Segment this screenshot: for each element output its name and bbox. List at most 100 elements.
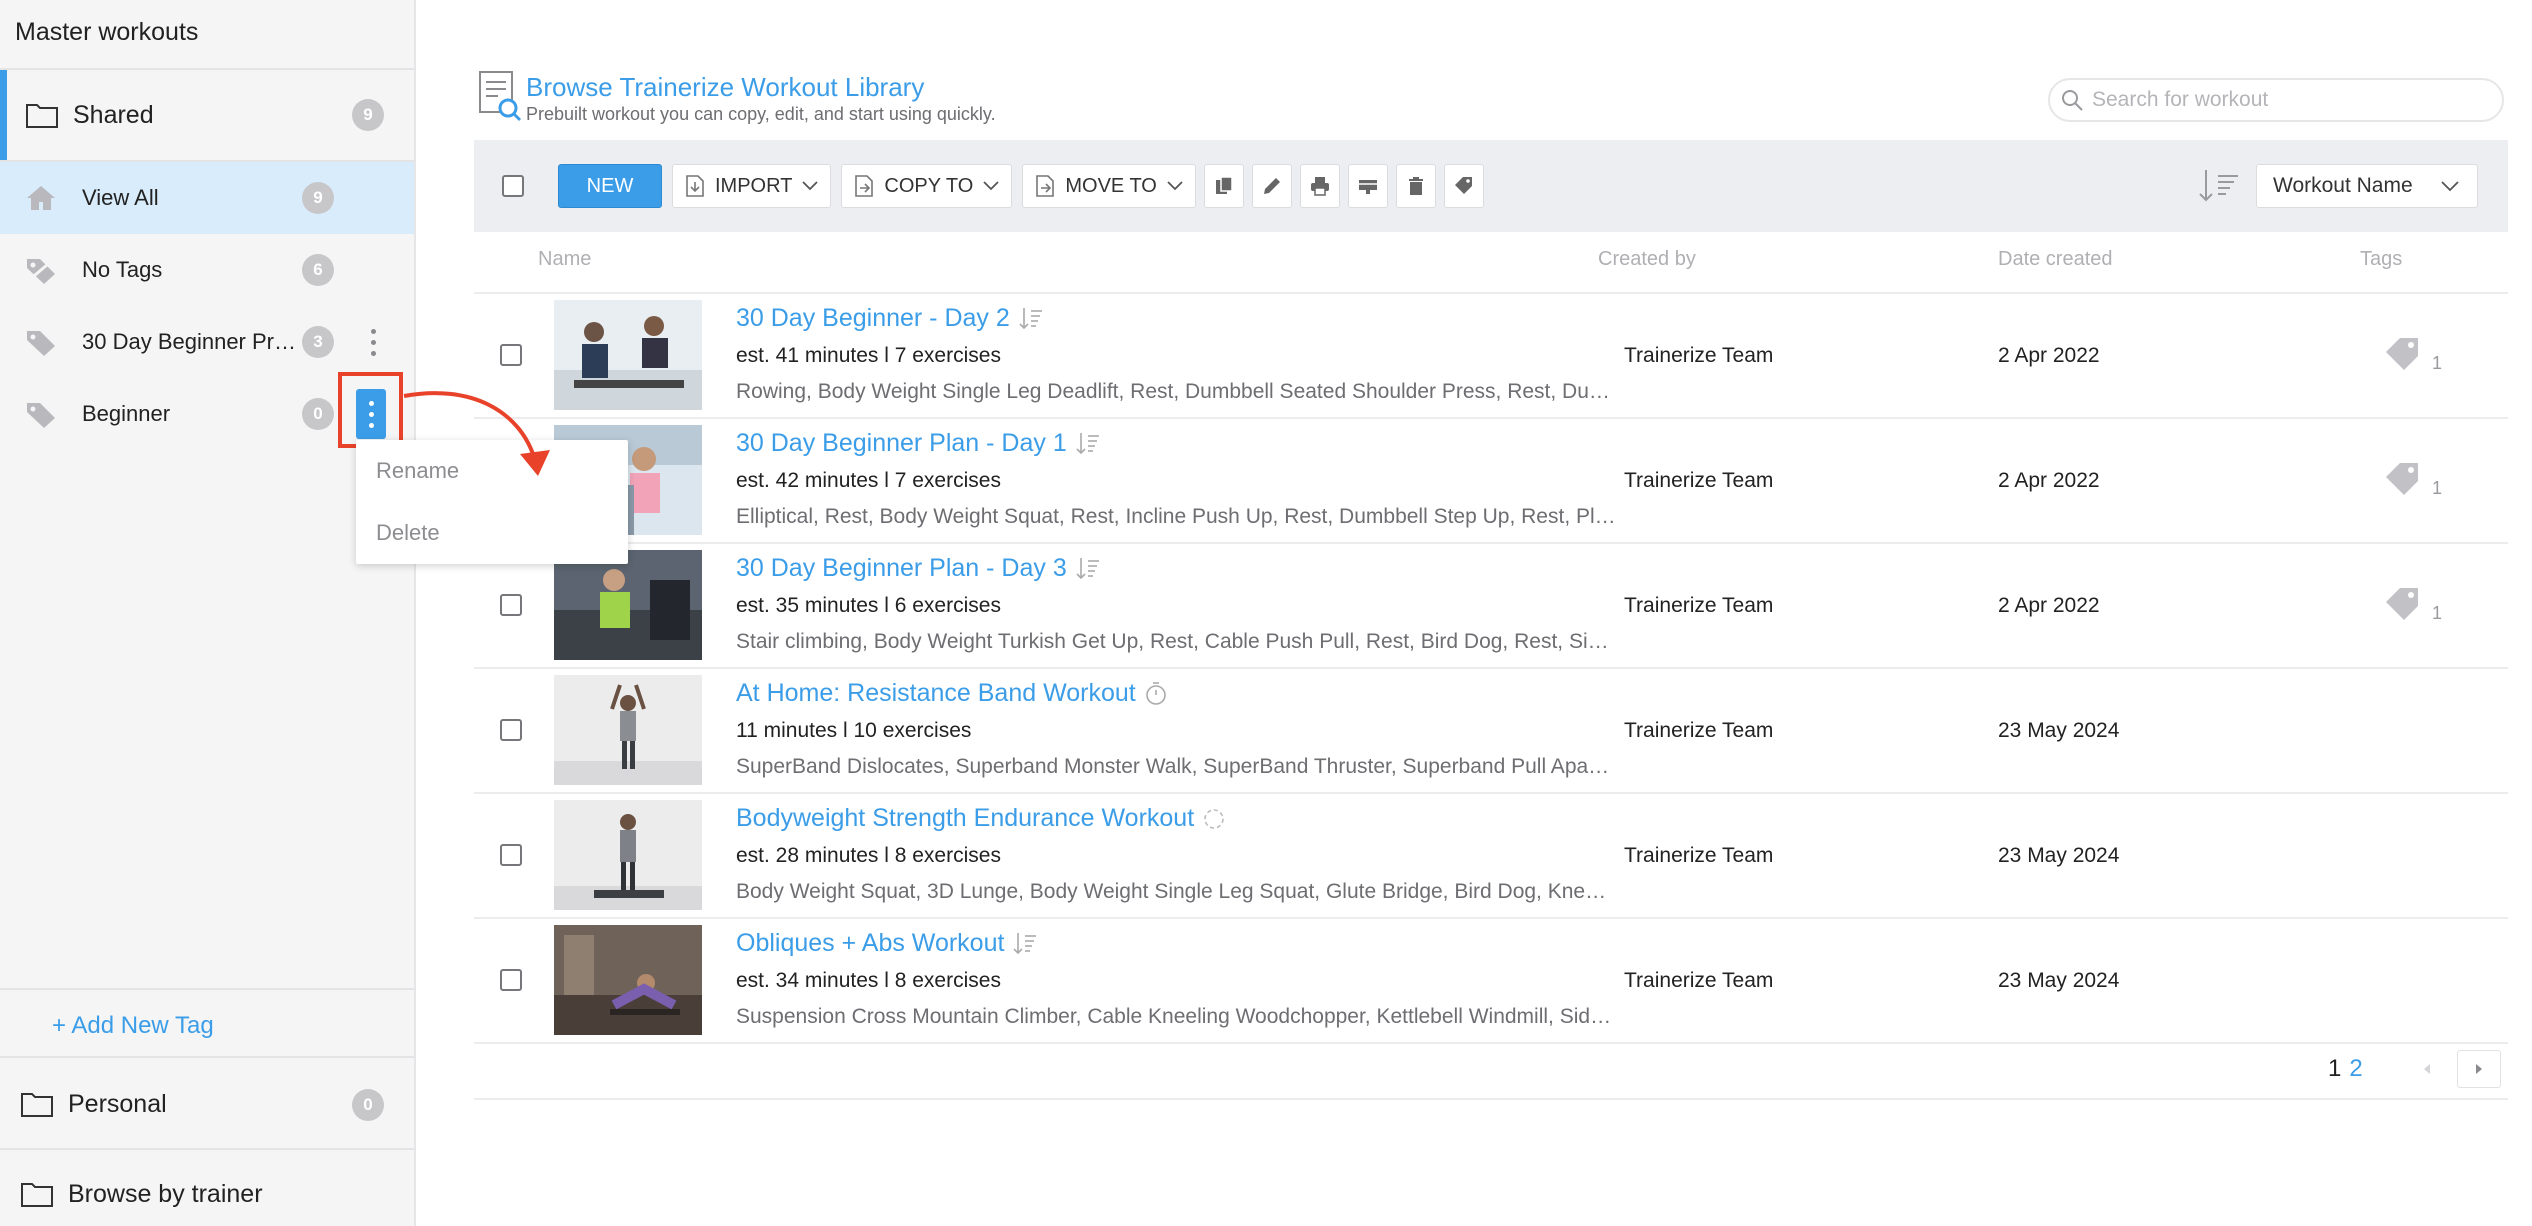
chevron-down-icon <box>983 181 999 191</box>
tag-count: 0 <box>302 398 334 430</box>
row-checkbox[interactable] <box>500 594 522 616</box>
menu-delete[interactable]: Delete <box>356 502 628 564</box>
workout-title[interactable]: 30 Day Beginner - Day 2 <box>736 304 1044 333</box>
column-header-tags[interactable]: Tags <box>2360 248 2402 271</box>
workout-date: 2 Apr 2022 <box>1998 594 2100 617</box>
chevron-down-icon <box>1167 181 1183 191</box>
workout-title[interactable]: At Home: Resistance Band Workout <box>736 679 1168 708</box>
edit-button[interactable] <box>1251 164 1292 208</box>
column-header-date-created[interactable]: Date created <box>1998 248 2113 271</box>
workout-creator: Trainerize Team <box>1624 969 1774 992</box>
tag-item-view-all[interactable]: View All 9 <box>0 162 414 234</box>
tag-count: 3 <box>302 326 334 358</box>
tag-button[interactable] <box>1443 164 1484 208</box>
workout-title[interactable]: 30 Day Beginner Plan - Day 3 <box>736 554 1101 583</box>
table-row[interactable]: Bodyweight Strength Endurance Workout es… <box>474 792 2508 917</box>
prev-page-button[interactable] <box>2405 1050 2449 1088</box>
workout-exercises: Rowing, Body Weight Single Leg Deadlift,… <box>736 380 1616 403</box>
sort-list-icon <box>1076 557 1099 579</box>
sort-select[interactable]: Workout Name <box>2256 164 2478 208</box>
workout-meta: 11 minutes l 10 exercises <box>736 719 972 742</box>
row-checkbox[interactable] <box>500 969 522 991</box>
folder-icon <box>26 104 58 128</box>
folder-personal-count: 0 <box>352 1089 384 1121</box>
workout-meta: est. 41 minutes l 7 exercises <box>736 344 1001 367</box>
table-row[interactable]: 30 Day Beginner - Day 2 est. 41 minutes … <box>474 292 2508 417</box>
no-tag-icon <box>27 257 55 284</box>
chevron-right-icon <box>2475 1064 2482 1074</box>
pagination: 1 2 <box>2328 1050 2501 1088</box>
workout-title[interactable]: Bodyweight Strength Endurance Workout <box>736 804 1226 833</box>
folder-browse-by-trainer[interactable]: Browse by trainer <box>0 1152 414 1226</box>
column-header-created-by[interactable]: Created by <box>1598 248 1696 271</box>
tag-item-30-day-beginner-program[interactable]: 30 Day Beginner Program 3 <box>0 306 414 378</box>
workout-title-text: 30 Day Beginner - Day 2 <box>736 304 1010 332</box>
toolbar: NEW IMPORT COPY TO MOVE TO Workout Name <box>474 140 2508 232</box>
copy-to-button[interactable]: COPY TO <box>841 164 1013 208</box>
workout-creator: Trainerize Team <box>1624 469 1774 492</box>
sidebar: Master workouts Shared 9 View All 9 No T… <box>0 0 416 1226</box>
workout-meta: est. 35 minutes l 6 exercises <box>736 594 1001 617</box>
delete-button[interactable] <box>1395 164 1436 208</box>
workout-tags[interactable]: 1 <box>2384 461 2442 498</box>
workout-title-text: Obliques + Abs Workout <box>736 929 1005 957</box>
workout-thumbnail <box>554 300 702 410</box>
new-button[interactable]: NEW <box>558 164 662 208</box>
folder-shared[interactable]: Shared 9 <box>0 70 414 160</box>
circuit-icon <box>1204 808 1224 829</box>
workout-title[interactable]: Obliques + Abs Workout <box>736 929 1038 958</box>
tag-icon <box>2386 588 2418 620</box>
sort-list-icon <box>1076 432 1099 454</box>
import-button[interactable]: IMPORT <box>672 164 832 208</box>
workout-exercises: Suspension Cross Mountain Climber, Cable… <box>736 1005 1616 1028</box>
workout-date: 23 May 2024 <box>1998 844 2120 867</box>
workout-thumbnail <box>554 925 702 1035</box>
tag-label: 30 Day Beginner Program <box>82 329 307 354</box>
folder-personal[interactable]: Personal 0 <box>0 1060 414 1148</box>
library-title[interactable]: Browse Trainerize Workout Library <box>526 72 924 103</box>
tag-options-button[interactable] <box>362 317 384 367</box>
column-header-name[interactable]: Name <box>538 248 591 271</box>
workout-exercises: Elliptical, Rest, Body Weight Squat, Res… <box>736 505 1616 528</box>
row-checkbox[interactable] <box>500 844 522 866</box>
workout-exercises: Body Weight Squat, 3D Lunge, Body Weight… <box>736 880 1616 903</box>
workout-creator: Trainerize Team <box>1624 344 1774 367</box>
workout-meta: est. 42 minutes l 7 exercises <box>736 469 1001 492</box>
print-button[interactable] <box>1299 164 1340 208</box>
tag-icon <box>27 331 55 356</box>
move-to-label: MOVE TO <box>1065 174 1157 197</box>
workout-tags[interactable]: 1 <box>2384 336 2442 373</box>
table-row[interactable]: 30 Day Beginner Plan - Day 3 est. 35 min… <box>474 542 2508 667</box>
add-new-tag-link[interactable]: + Add New Tag <box>0 988 414 1058</box>
library-subtitle: Prebuilt workout you can copy, edit, and… <box>526 104 996 124</box>
workout-tag-count: 1 <box>2432 603 2443 623</box>
row-checkbox[interactable] <box>500 344 522 366</box>
page-1[interactable]: 1 <box>2328 1055 2341 1083</box>
print-icon <box>1310 177 1329 196</box>
workout-title[interactable]: 30 Day Beginner Plan - Day 1 <box>736 429 1101 458</box>
row-checkbox[interactable] <box>500 719 522 741</box>
sort-value: Workout Name <box>2273 174 2413 197</box>
tag-item-no-tags[interactable]: No Tags 6 <box>0 234 414 306</box>
workout-tags[interactable]: 1 <box>2384 586 2442 623</box>
workout-creator: Trainerize Team <box>1624 844 1774 867</box>
sort-icon[interactable] <box>2198 168 2242 204</box>
page-2[interactable]: 2 <box>2349 1055 2362 1083</box>
table-row[interactable]: At Home: Resistance Band Workout 11 minu… <box>474 667 2508 792</box>
select-all-checkbox[interactable] <box>502 175 524 197</box>
chevron-left-icon <box>2423 1064 2430 1074</box>
folder-personal-label: Personal <box>68 1089 167 1118</box>
tag-icon <box>1454 177 1472 194</box>
table-row[interactable]: 30 Day Beginner Plan - Day 1 est. 42 min… <box>474 417 2508 542</box>
tag-label: No Tags <box>82 257 163 282</box>
assign-button[interactable] <box>1347 164 1388 208</box>
search-input[interactable] <box>2092 88 2492 112</box>
folder-personal-section: Personal 0 <box>0 1060 414 1150</box>
workout-creator: Trainerize Team <box>1624 594 1774 617</box>
workout-date: 23 May 2024 <box>1998 719 2120 742</box>
annotation-highlight-box <box>338 372 403 448</box>
duplicate-button[interactable] <box>1203 164 1244 208</box>
table-row[interactable]: Obliques + Abs Workout est. 34 minutes l… <box>474 917 2508 1042</box>
move-to-button[interactable]: MOVE TO <box>1022 164 1196 208</box>
next-page-button[interactable] <box>2456 1050 2501 1088</box>
